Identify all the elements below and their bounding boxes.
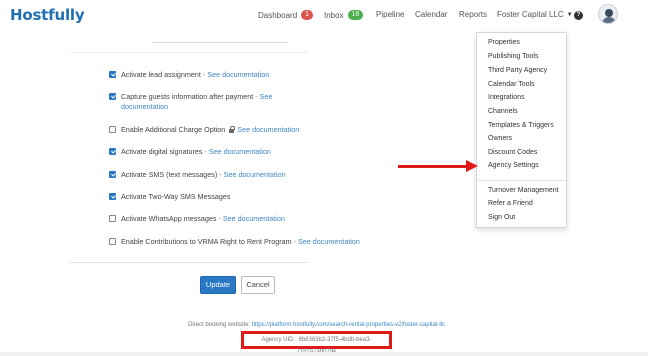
nav-dashboard[interactable]: Dashboard 1 [258, 10, 314, 20]
menu-item-templates-triggers[interactable]: Templates & Triggers [488, 122, 554, 129]
annotation-arrow-line [398, 165, 468, 168]
chevron-down-icon: ▼ [566, 11, 573, 18]
section-divider-bottom [70, 262, 308, 263]
avatar-head [605, 9, 613, 17]
see-documentation-link[interactable]: See documentation [237, 125, 299, 134]
menu-item-owners[interactable]: Owners [488, 135, 512, 142]
option-label: Activate SMS (text messages) [121, 170, 218, 179]
menu-item-third-party-agency[interactable]: Third Party Agency [488, 67, 547, 74]
option-label: Activate Two-Way SMS Messages [121, 192, 231, 201]
menu-item-properties[interactable]: Properties [488, 39, 520, 46]
sms-checkbox[interactable] [109, 171, 116, 178]
option-digital-signatures: Activate digital signatures - See docume… [109, 147, 271, 157]
option-lead-assignment: Activate lead assignment - See documenta… [109, 70, 269, 80]
option-additional-charge: Enable Additional Charge Option See docum… [109, 125, 299, 135]
cancel-button[interactable]: Cancel [241, 276, 275, 294]
agency-uid-highlight: Agency UID : 6b8363b2-37f5-4bdb-bea3-718… [241, 331, 392, 355]
see-documentation-link[interactable]: See documentation [209, 147, 271, 156]
menu-item-calendar-tools[interactable]: Calendar Tools [488, 81, 535, 88]
update-button[interactable]: Update [200, 276, 236, 294]
option-label: Activate WhatsApp messages [121, 214, 217, 223]
account-menu-toggle[interactable]: Foster Capital LLC ▼ [497, 10, 573, 19]
option-label: Capture guests information after payment [121, 92, 254, 101]
booking-url-link[interactable]: https://platform.hostfully.com/search-re… [252, 322, 445, 328]
see-documentation-link[interactable]: See documentation [224, 170, 286, 179]
option-two-way-sms: Activate Two-Way SMS Messages [109, 192, 230, 202]
booking-label: Direct booking website: [188, 322, 251, 328]
option-label: Enable Additional Charge Option [121, 125, 226, 134]
vrma-contributions-checkbox[interactable] [109, 238, 116, 245]
menu-item-discount-codes[interactable]: Discount Codes [488, 149, 537, 156]
section-divider-top [70, 52, 308, 53]
dashboard-count-badge: 1 [301, 10, 314, 20]
see-documentation-link-cont[interactable]: documentation [121, 102, 168, 111]
lead-assignment-checkbox[interactable] [109, 71, 116, 78]
page-bottom-bar [0, 352, 648, 356]
option-label: Activate lead assignment [121, 70, 201, 79]
divider [153, 42, 287, 43]
option-whatsapp: Activate WhatsApp messages - See documen… [109, 214, 285, 224]
nav-reports[interactable]: Reports [459, 10, 487, 19]
direct-booking-website: Direct booking website: https://platform… [188, 322, 445, 328]
two-way-sms-checkbox[interactable] [109, 193, 116, 200]
option-vrma-contributions: Enable Contributions to VRMA Right to Re… [109, 237, 360, 247]
avatar[interactable] [598, 4, 618, 24]
menu-divider [477, 180, 566, 181]
menu-item-integrations[interactable]: Integrations [488, 94, 525, 101]
inbox-count-badge: 16 [347, 10, 364, 20]
option-capture-guests-info: Capture guests information after payment… [109, 92, 272, 111]
top-navbar: Hostfully Dashboard 1 Inbox 16 Pipeline … [0, 0, 648, 32]
nav-pipeline[interactable]: Pipeline [376, 10, 404, 19]
avatar-body [602, 17, 616, 23]
option-label: Enable Contributions to VRMA Right to Re… [121, 237, 292, 246]
nav-dashboard-label: Dashboard [258, 10, 298, 20]
additional-charge-checkbox[interactable] [109, 126, 116, 133]
hostfully-logo[interactable]: Hostfully [10, 6, 85, 24]
see-documentation-link[interactable]: See documentation [223, 214, 285, 223]
help-icon[interactable]: ? [574, 11, 583, 20]
lock-icon [229, 126, 236, 133]
nav-inbox[interactable]: Inbox 16 [324, 10, 364, 20]
digital-signatures-checkbox[interactable] [109, 148, 116, 155]
see-documentation-link[interactable]: See [260, 92, 273, 101]
menu-item-turnover-management[interactable]: Turnover Management [488, 187, 559, 194]
menu-item-channels[interactable]: Channels [488, 108, 518, 115]
see-documentation-link[interactable]: See documentation [207, 70, 269, 79]
option-sms: Activate SMS (text messages) - See docum… [109, 170, 286, 180]
menu-item-publishing-tools[interactable]: Publishing Tools [488, 53, 538, 60]
see-documentation-link[interactable]: See documentation [298, 237, 360, 246]
annotation-arrow-icon [466, 160, 478, 172]
option-label: Activate digital signatures [121, 147, 203, 156]
menu-item-agency-settings[interactable]: Agency Settings [488, 162, 539, 169]
account-name: Foster Capital LLC [497, 10, 564, 19]
whatsapp-checkbox[interactable] [109, 215, 116, 222]
nav-calendar[interactable]: Calendar [415, 10, 447, 19]
nav-inbox-label: Inbox [324, 10, 344, 20]
menu-item-sign-out[interactable]: Sign Out [488, 214, 515, 221]
account-dropdown-menu: Properties Publishing Tools Third Party … [476, 32, 567, 228]
capture-guests-info-checkbox[interactable] [109, 93, 116, 100]
menu-item-refer-a-friend[interactable]: Refer a Friend [488, 200, 533, 207]
